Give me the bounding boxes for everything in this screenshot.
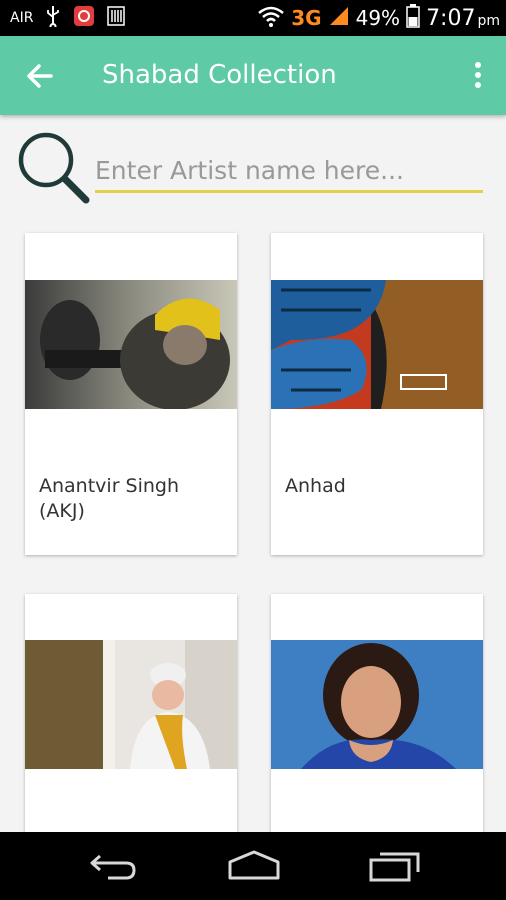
status-bar: AIR 3G 49% 7:07 pm: [0, 0, 506, 36]
artist-card[interactable]: [271, 594, 483, 834]
clock-ampm: pm: [477, 12, 500, 29]
nav-home-icon[interactable]: [226, 848, 282, 884]
clock: 7:07 pm: [426, 6, 500, 31]
artist-name: Anantvir Singh (AKJ): [39, 474, 179, 524]
artist-card[interactable]: Anantvir Singh (AKJ): [25, 233, 237, 555]
artist-name: Anhad: [285, 474, 346, 499]
usb-icon: [45, 5, 61, 31]
artist-image: [25, 280, 237, 409]
carrier-label: AIR: [10, 10, 34, 26]
back-arrow-icon[interactable]: [22, 58, 58, 94]
network-type: 3G: [291, 6, 322, 30]
artist-card[interactable]: Anhad: [271, 233, 483, 555]
search-icon[interactable]: [18, 132, 92, 206]
battery-icon: [406, 3, 420, 33]
navigation-bar: [0, 832, 506, 900]
artist-card[interactable]: [25, 594, 237, 834]
artist-name-line1: Anantvir Singh: [39, 475, 180, 497]
overflow-menu-icon[interactable]: [468, 60, 488, 92]
nav-recents-icon[interactable]: [368, 848, 422, 884]
search-input[interactable]: [95, 150, 483, 193]
clock-time: 7:07: [426, 5, 476, 31]
artist-name-line1: Anhad: [285, 475, 346, 497]
status-left: AIR: [10, 0, 126, 36]
nav-back-icon[interactable]: [88, 848, 138, 884]
battery-percent: 49%: [355, 6, 401, 30]
signal-icon: [328, 5, 350, 32]
notification-app-icon: [73, 5, 95, 31]
app-bar: Shabad Collection: [0, 36, 506, 115]
barcode-icon: [107, 6, 126, 30]
artist-name-line2: (AKJ): [39, 500, 85, 522]
page-title: Shabad Collection: [102, 60, 337, 90]
wifi-icon: [257, 5, 285, 32]
artist-image: [271, 280, 483, 409]
artist-image: [25, 640, 237, 769]
status-right: 3G 49% 7:07 pm: [257, 0, 500, 36]
artist-image: [271, 640, 483, 769]
